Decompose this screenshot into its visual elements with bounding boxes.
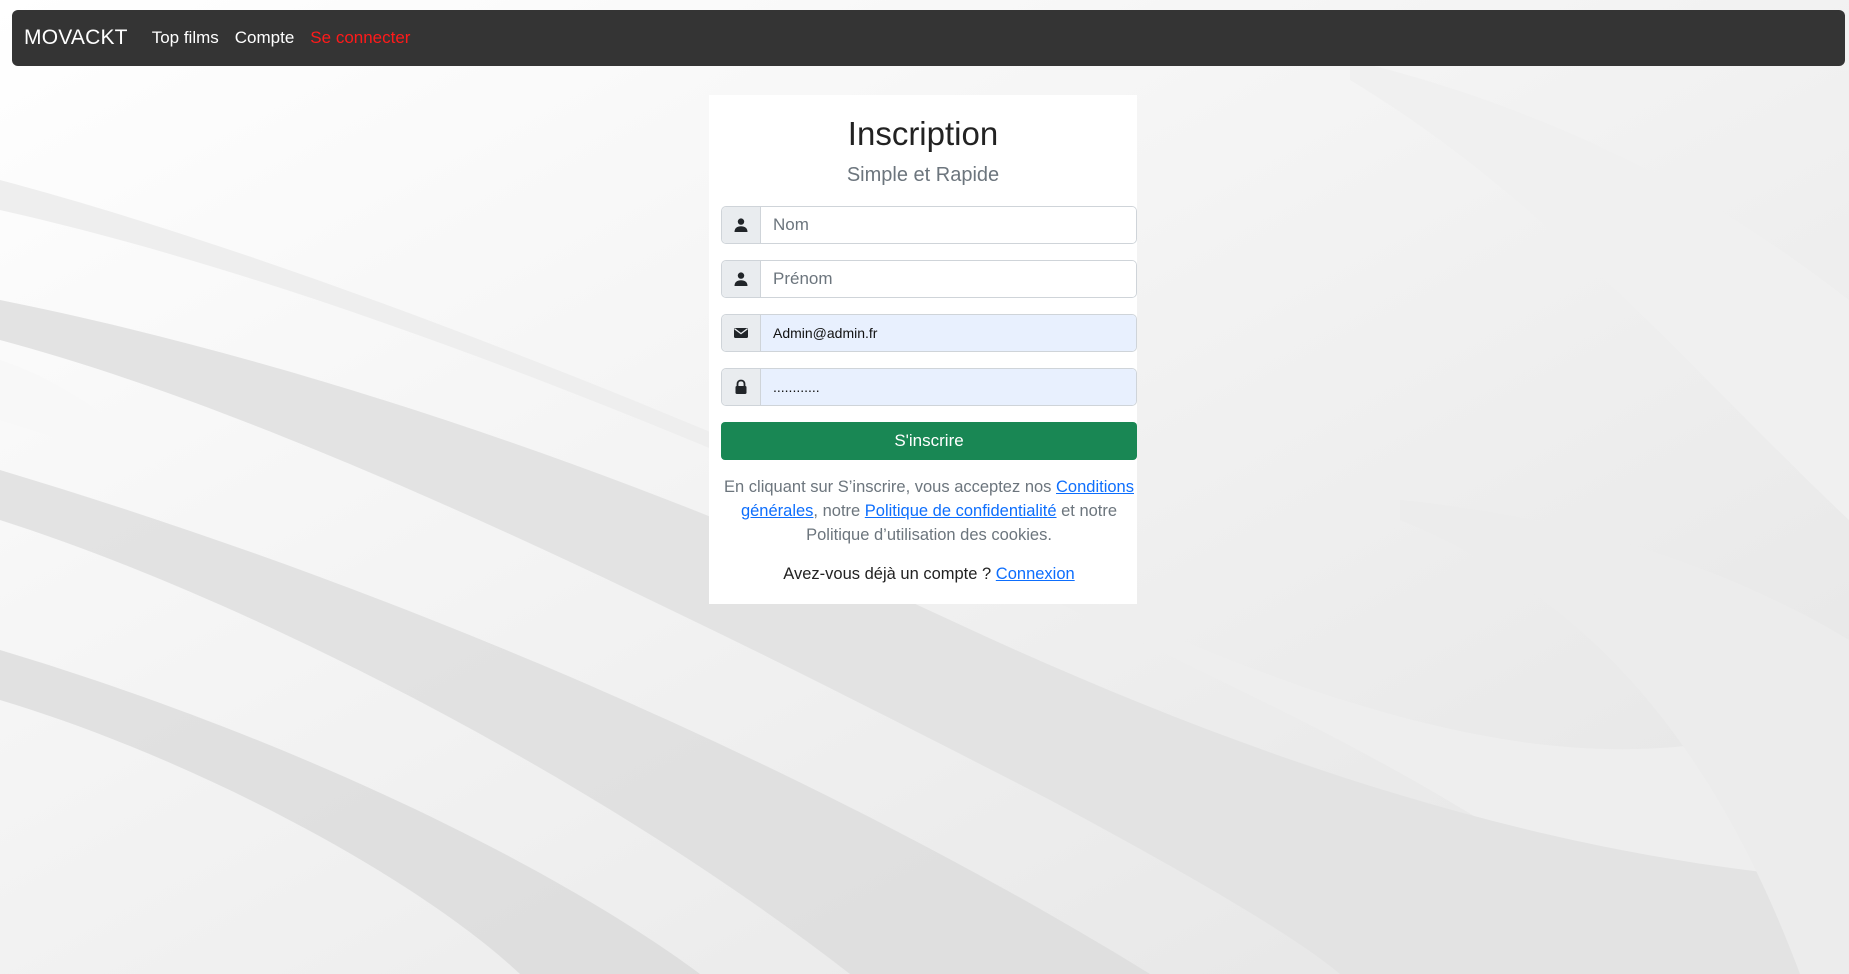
terms-text: En cliquant sur S’inscrire, vous accepte… bbox=[721, 475, 1137, 547]
privacy-policy-link[interactable]: Politique de confidentialité bbox=[865, 502, 1057, 520]
login-prompt-text: Avez-vous déjà un compte ? bbox=[783, 565, 996, 583]
prenom-input-group bbox=[721, 260, 1137, 298]
user-icon bbox=[722, 261, 761, 297]
nom-input[interactable] bbox=[761, 207, 1136, 243]
login-prompt: Avez-vous déjà un compte ? Connexion bbox=[721, 565, 1137, 584]
brand-logo[interactable]: MOVACKT bbox=[24, 26, 128, 50]
password-field[interactable] bbox=[761, 369, 1136, 405]
user-icon bbox=[722, 207, 761, 243]
signup-card: Inscription Simple et Rapide S'inscrire … bbox=[709, 95, 1137, 604]
nav-link-top-films[interactable]: Top films bbox=[152, 28, 219, 48]
email-input-group bbox=[721, 314, 1137, 352]
email-field[interactable] bbox=[761, 315, 1136, 351]
lock-icon bbox=[722, 369, 761, 405]
envelope-icon bbox=[722, 315, 761, 351]
page-title: Inscription bbox=[847, 115, 999, 152]
password-input-group bbox=[721, 368, 1137, 406]
nom-input-group bbox=[721, 206, 1137, 244]
navbar: MOVACKT Top films Compte Se connecter bbox=[12, 10, 1845, 66]
terms-middle: , notre bbox=[813, 502, 865, 520]
terms-prefix: En cliquant sur S’inscrire, vous accepte… bbox=[724, 478, 1057, 496]
prenom-input[interactable] bbox=[761, 261, 1136, 297]
nav-link-se-connecter[interactable]: Se connecter bbox=[310, 28, 410, 48]
signup-button[interactable]: S'inscrire bbox=[721, 422, 1137, 460]
page-subtitle: Simple et Rapide bbox=[846, 164, 1000, 186]
login-link[interactable]: Connexion bbox=[996, 565, 1075, 583]
nav-link-compte[interactable]: Compte bbox=[235, 28, 295, 48]
